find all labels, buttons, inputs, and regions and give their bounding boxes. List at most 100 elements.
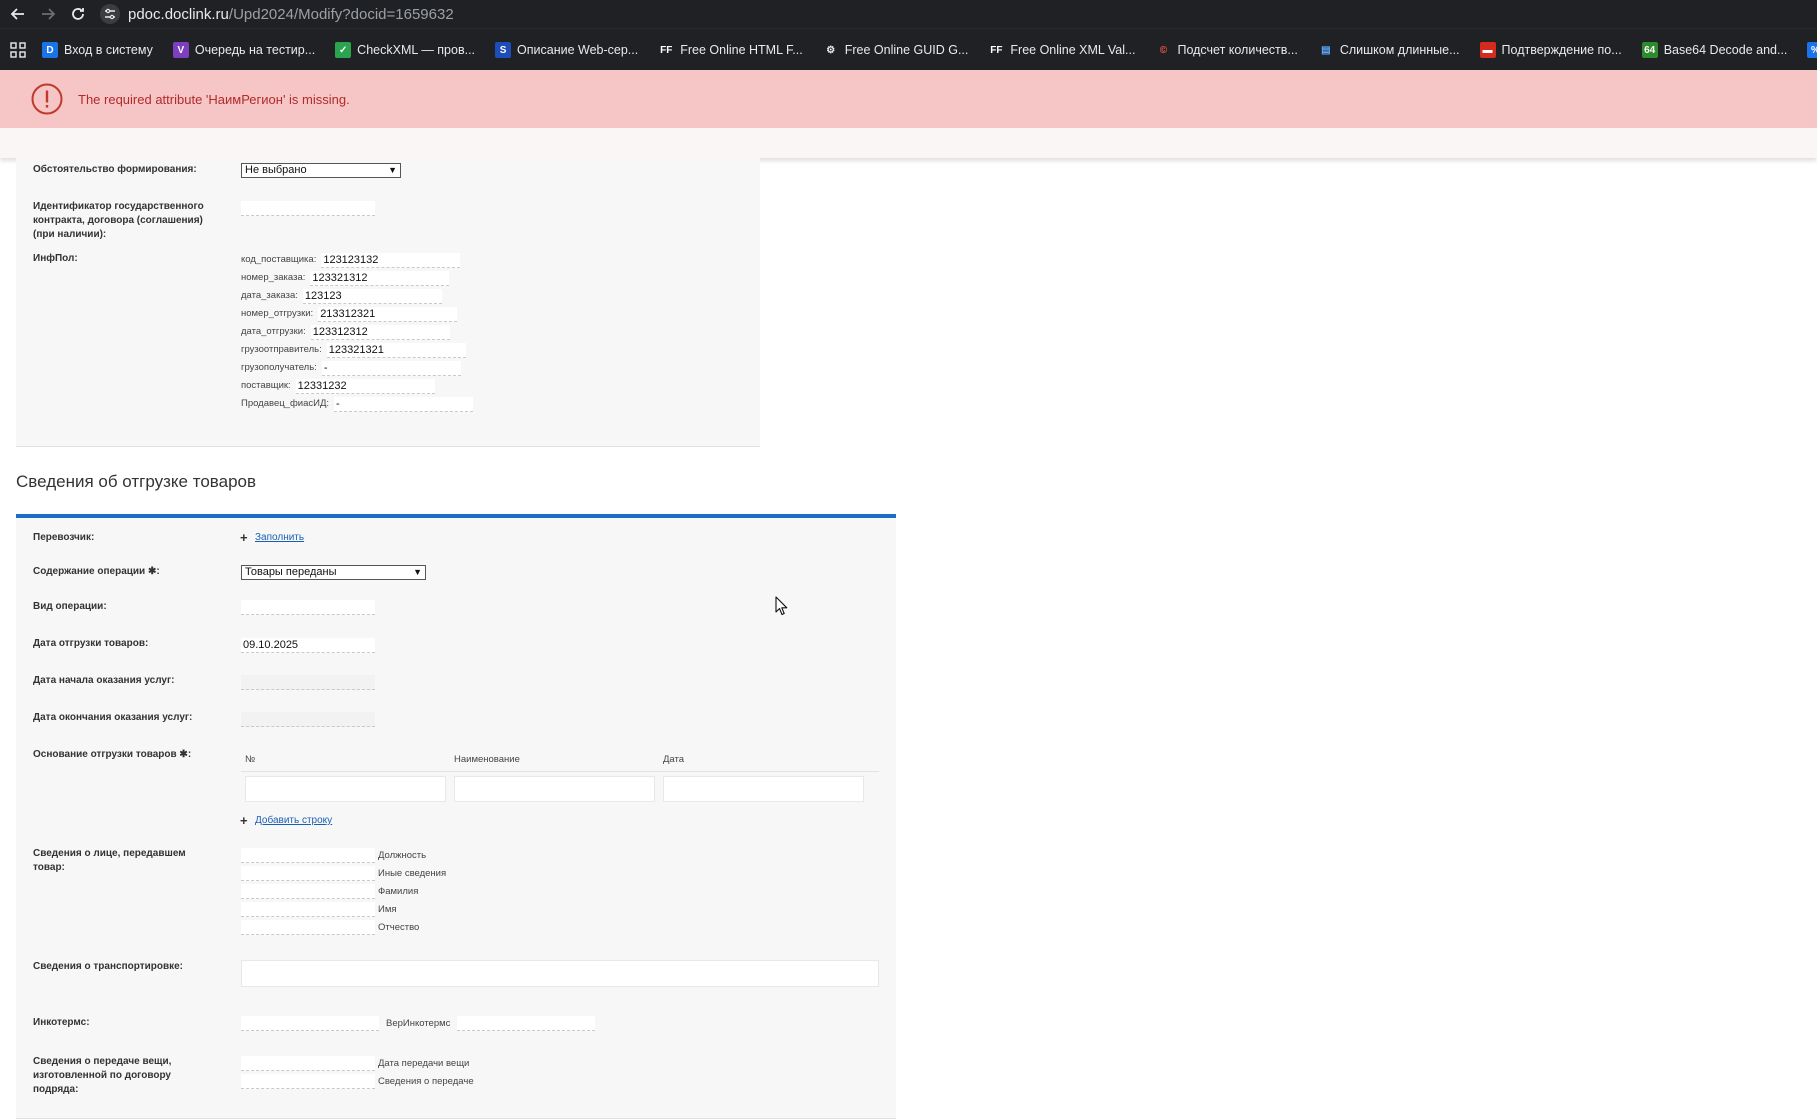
mouse-pointer-icon [775, 596, 788, 616]
circumstance-label: Обстоятельство формирования: [33, 164, 197, 175]
thing-transfer-label: Сведения о передаче вещи, изготовленной … [33, 1056, 172, 1095]
operation-content-text: Содержание операции [33, 566, 146, 577]
infpol-key: номер_отгрузки: [241, 308, 314, 319]
bookmark-favicon-icon: S [495, 42, 512, 58]
bookmark-item[interactable]: ✓ CheckXML — пров... [335, 42, 475, 58]
basis-name-input[interactable] [454, 776, 655, 802]
infpol-key: грузополучатель: [241, 362, 317, 373]
bookmark-item[interactable]: D Вход в систему [42, 42, 153, 58]
bookmark-item[interactable]: 64 Base64 Decode and... [1641, 42, 1788, 58]
infpol-key: поставщик: [241, 380, 291, 391]
service-end-label: Дата окончания оказания услуг: [33, 712, 193, 723]
arrow-right-icon [42, 8, 56, 20]
service-start-input[interactable] [241, 675, 375, 690]
alert-message: The required attribute 'НаимРегион' is m… [78, 91, 350, 107]
plus-icon: + [240, 813, 248, 828]
bookmark-item[interactable]: V Очередь на тестир... [172, 42, 316, 58]
bookmark-label: CheckXML — пров... [357, 43, 476, 57]
address-bar[interactable]: pdoc.doclink.ru/Upd2024/Modify?docid=165… [128, 6, 454, 23]
infpol-value-input[interactable]: - [321, 361, 461, 376]
plus-icon: + [240, 530, 248, 545]
bookmark-label: Вход в систему [64, 43, 153, 57]
infpol-value-input[interactable]: 213312321 [318, 307, 458, 322]
ship-date-input[interactable]: 09.10.2025 [241, 638, 375, 653]
transferor-field-label: Фамилия [378, 886, 419, 897]
bookmark-item[interactable]: ⚙ Free Online GUID G... [822, 42, 969, 58]
bookmark-favicon-icon: ⚙ [822, 42, 839, 58]
contract-id-input[interactable] [241, 201, 375, 216]
bookmark-item[interactable]: FF Free Online XML Val... [988, 42, 1135, 58]
bookmark-label: Слишком длинные... [1339, 43, 1460, 57]
bookmark-favicon-icon: FF [658, 42, 675, 58]
bookmark-item[interactable]: S Описание Web-сер... [495, 42, 638, 58]
reload-button[interactable] [66, 2, 90, 26]
transferor-field-input[interactable] [241, 920, 375, 935]
url-path: /Upd2024/Modify?docid=1659632 [228, 5, 454, 23]
basis-label: Основание отгрузки товаров ✱: [33, 748, 191, 762]
back-button[interactable] [6, 2, 30, 26]
bookmark-label: Очередь на тестир... [194, 43, 316, 57]
transferor-label: Сведения о лице, передавшем товар: [33, 848, 186, 873]
bookmark-label: Base64 Decode and... [1663, 43, 1788, 57]
transport-input[interactable] [241, 960, 879, 987]
bookmark-label: Подтверждение по... [1501, 43, 1622, 57]
infpol-label: ИнфПол: [33, 253, 78, 264]
operation-content-selected-value: Товары переданы [245, 566, 337, 578]
basis-date-input[interactable] [663, 776, 864, 802]
apps-button[interactable] [10, 40, 26, 60]
infpol-value-input[interactable]: 123312312 [310, 325, 450, 340]
incoterms-input[interactable] [241, 1016, 379, 1031]
carrier-label: Перевозчик: [33, 532, 95, 543]
basis-number-input[interactable] [245, 776, 446, 802]
chevron-down-icon: ▼ [388, 165, 397, 175]
shipment-panel [16, 514, 896, 1119]
operation-content-select[interactable]: Товары переданы ▼ [241, 565, 426, 580]
add-row-link[interactable]: Добавить строку [255, 815, 332, 826]
ship-date-label: Дата отгрузки товаров: [33, 638, 149, 649]
thing-transfer-field-input[interactable] [241, 1056, 375, 1071]
thing-transfer-field-input[interactable] [241, 1074, 375, 1089]
bookmark-item[interactable]: ▬ Подтверждение по... [1479, 42, 1622, 58]
infpol-key: дата_заказа: [241, 290, 298, 301]
error-alert: The required attribute 'НаимРегион' is m… [0, 70, 1817, 128]
transferor-field-input[interactable] [241, 902, 375, 917]
bookmark-item[interactable]: %НДС калькуля [1807, 42, 1817, 58]
circumstance-selected-value: Не выбрано [245, 164, 307, 176]
incoterms-version-input[interactable] [457, 1016, 595, 1031]
chevron-down-icon: ▼ [413, 567, 422, 577]
transferor-field-input[interactable] [241, 848, 375, 863]
transferor-field-input[interactable] [241, 866, 375, 881]
infpol-value-input[interactable]: 123123132 [321, 253, 461, 268]
bookmark-label: Free Online GUID G... [844, 43, 969, 57]
thing-transfer-field-label: Сведения о передаче [378, 1076, 474, 1087]
bookmark-label: Free Online XML Val... [1010, 43, 1136, 57]
bookmark-favicon-icon: % [1807, 42, 1817, 58]
bookmark-item[interactable]: ▤ Слишком длинные... [1317, 42, 1460, 58]
service-end-input[interactable] [241, 712, 375, 727]
basis-table-divider [241, 771, 879, 772]
operation-type-label: Вид операции: [33, 601, 107, 612]
infpol-value-input[interactable]: 123321321 [326, 343, 466, 358]
infpol-value-input[interactable]: 123321312 [310, 271, 450, 286]
infpol-value-input[interactable]: 123123 [302, 289, 442, 304]
basis-col-number: № [245, 754, 256, 765]
infpol-value-input[interactable]: - [334, 397, 474, 412]
circumstance-select[interactable]: Не выбрано ▼ [241, 163, 401, 178]
operation-type-input[interactable] [241, 600, 375, 615]
infpol-value-input[interactable]: 12331232 [295, 379, 435, 394]
site-info-button[interactable] [100, 4, 120, 24]
bookmark-label: Free Online HTML F... [680, 43, 803, 57]
bookmark-favicon-icon: ▬ [1479, 42, 1496, 58]
transferor-field-input[interactable] [241, 884, 375, 899]
basis-label-colon: : [187, 749, 192, 760]
bookmark-item[interactable]: © Подсчет количеств... [1155, 42, 1298, 58]
bookmarks-bar: D Вход в систему V Очередь на тестир... ✓ Che… [0, 28, 1817, 71]
fill-carrier-link[interactable]: Заполнить [255, 532, 304, 543]
bookmark-item[interactable]: FF Free Online HTML F... [658, 42, 803, 58]
operation-content-colon: : [156, 566, 160, 577]
bookmark-label: Подсчет количеств... [1177, 43, 1298, 57]
basis-col-date: Дата [663, 754, 685, 765]
bookmark-favicon-icon: FF [988, 42, 1005, 58]
operation-content-label: Содержание операции ✱: [33, 565, 160, 579]
forward-button[interactable] [36, 2, 60, 26]
